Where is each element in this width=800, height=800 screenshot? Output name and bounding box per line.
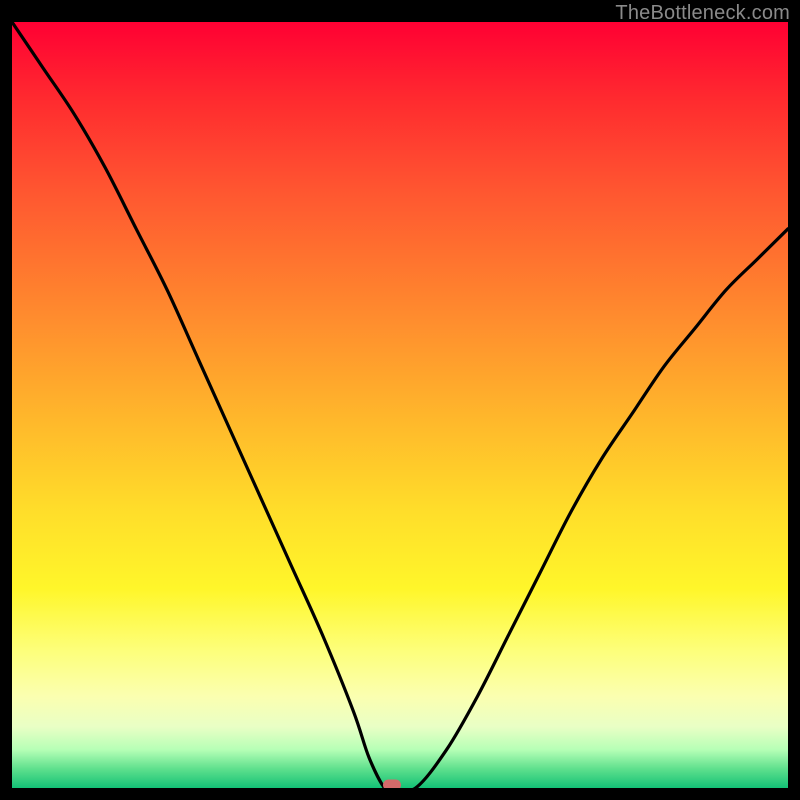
chart-stage: TheBottleneck.com: [0, 0, 800, 800]
plot-area: [12, 22, 788, 788]
optimum-marker: [383, 780, 401, 789]
bottleneck-curve: [12, 22, 788, 788]
